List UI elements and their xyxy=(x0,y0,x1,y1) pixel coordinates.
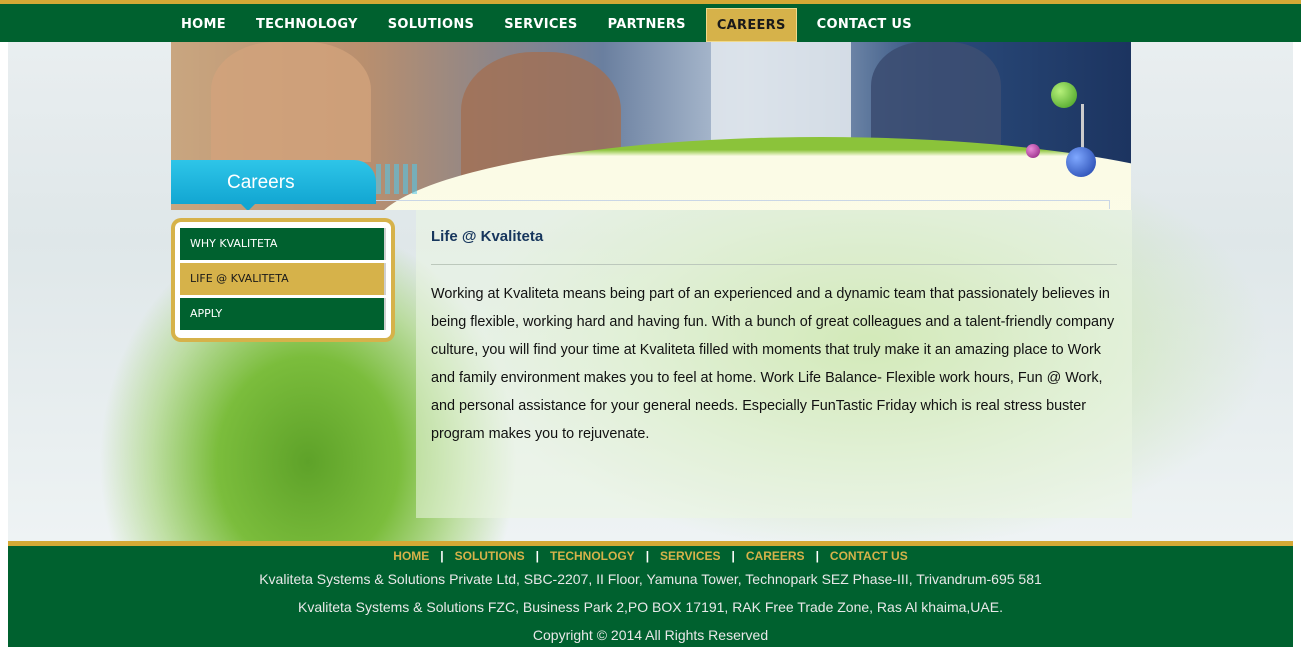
footer-separator: | xyxy=(535,549,540,563)
banner-divider xyxy=(375,200,1110,209)
section-title-tab: Careers xyxy=(171,160,376,210)
footer-link-solutions[interactable]: SOLUTIONS xyxy=(455,549,525,563)
nav-home[interactable]: HOME xyxy=(166,8,241,42)
sidebar-item-apply[interactable]: APPLY xyxy=(180,298,386,330)
footer-separator: | xyxy=(645,549,650,563)
sidebar-item-why-kvaliteta[interactable]: WHY KVALITETA xyxy=(180,228,386,260)
nav-services[interactable]: SERVICES xyxy=(489,8,592,42)
footer-link-contact-us[interactable]: CONTACT US xyxy=(830,549,908,563)
footer-copyright: Copyright © 2014 All Rights Reserved xyxy=(532,627,769,643)
sidebar-item-life-at-kvaliteta[interactable]: LIFE @ KVALITETA xyxy=(180,263,386,295)
molecule-blue-icon xyxy=(1066,147,1096,177)
footer-separator: | xyxy=(440,549,444,563)
nav-partners[interactable]: PARTNERS xyxy=(593,8,701,42)
banner-person-1 xyxy=(211,42,371,162)
molecule-stick xyxy=(1081,104,1084,149)
banner-person-3 xyxy=(711,42,851,142)
footer-link-technology[interactable]: TECHNOLOGY xyxy=(550,549,635,563)
footer-address-india: Kvaliteta Systems & Solutions Private Lt… xyxy=(259,571,1042,587)
footer-nav: HOME | SOLUTIONS | TECHNOLOGY | SERVICES | CAREE… xyxy=(8,549,1293,563)
top-navigation-bar: HOME TECHNOLOGY SOLUTIONS SERVICES PARTN… xyxy=(0,0,1301,42)
body-text: Working at Kvaliteta means being part of… xyxy=(431,286,1115,442)
careers-banner-image: Careers xyxy=(171,42,1131,210)
molecule-icon xyxy=(1051,82,1077,108)
molecule-purple-icon xyxy=(1026,144,1040,158)
careers-sidebar: WHY KVALITETA LIFE @ KVALITETA APPLY xyxy=(171,218,395,342)
nav-careers[interactable]: CAREERS xyxy=(705,8,797,42)
page-heading: Life @ Kvaliteta xyxy=(431,228,544,245)
footer: HOME | SOLUTIONS | TECHNOLOGY | SERVICES | CAREE… xyxy=(8,541,1293,647)
footer-separator: | xyxy=(815,549,819,563)
nav-technology[interactable]: TECHNOLOGY xyxy=(241,8,373,42)
footer-address-uae: Kvaliteta Systems & Solutions FZC, Busin… xyxy=(298,599,1003,615)
footer-link-careers[interactable]: CAREERS xyxy=(746,549,805,563)
section-title: Careers xyxy=(227,172,295,193)
main-nav: HOME TECHNOLOGY SOLUTIONS SERVICES PARTN… xyxy=(166,8,927,42)
nav-solutions[interactable]: SOLUTIONS xyxy=(373,8,490,42)
footer-separator: | xyxy=(731,549,735,563)
pixel-dots-decoration xyxy=(376,164,421,194)
content-panel: Life @ Kvaliteta Working at Kvaliteta me… xyxy=(416,210,1132,518)
heading-divider xyxy=(431,264,1117,265)
footer-link-home[interactable]: HOME xyxy=(393,549,429,563)
banner-person-4 xyxy=(871,42,1001,152)
nav-contact-us[interactable]: CONTACT US xyxy=(802,8,927,42)
footer-link-services[interactable]: SERVICES xyxy=(660,549,720,563)
sidebar-menu: WHY KVALITETA LIFE @ KVALITETA APPLY xyxy=(175,222,391,338)
